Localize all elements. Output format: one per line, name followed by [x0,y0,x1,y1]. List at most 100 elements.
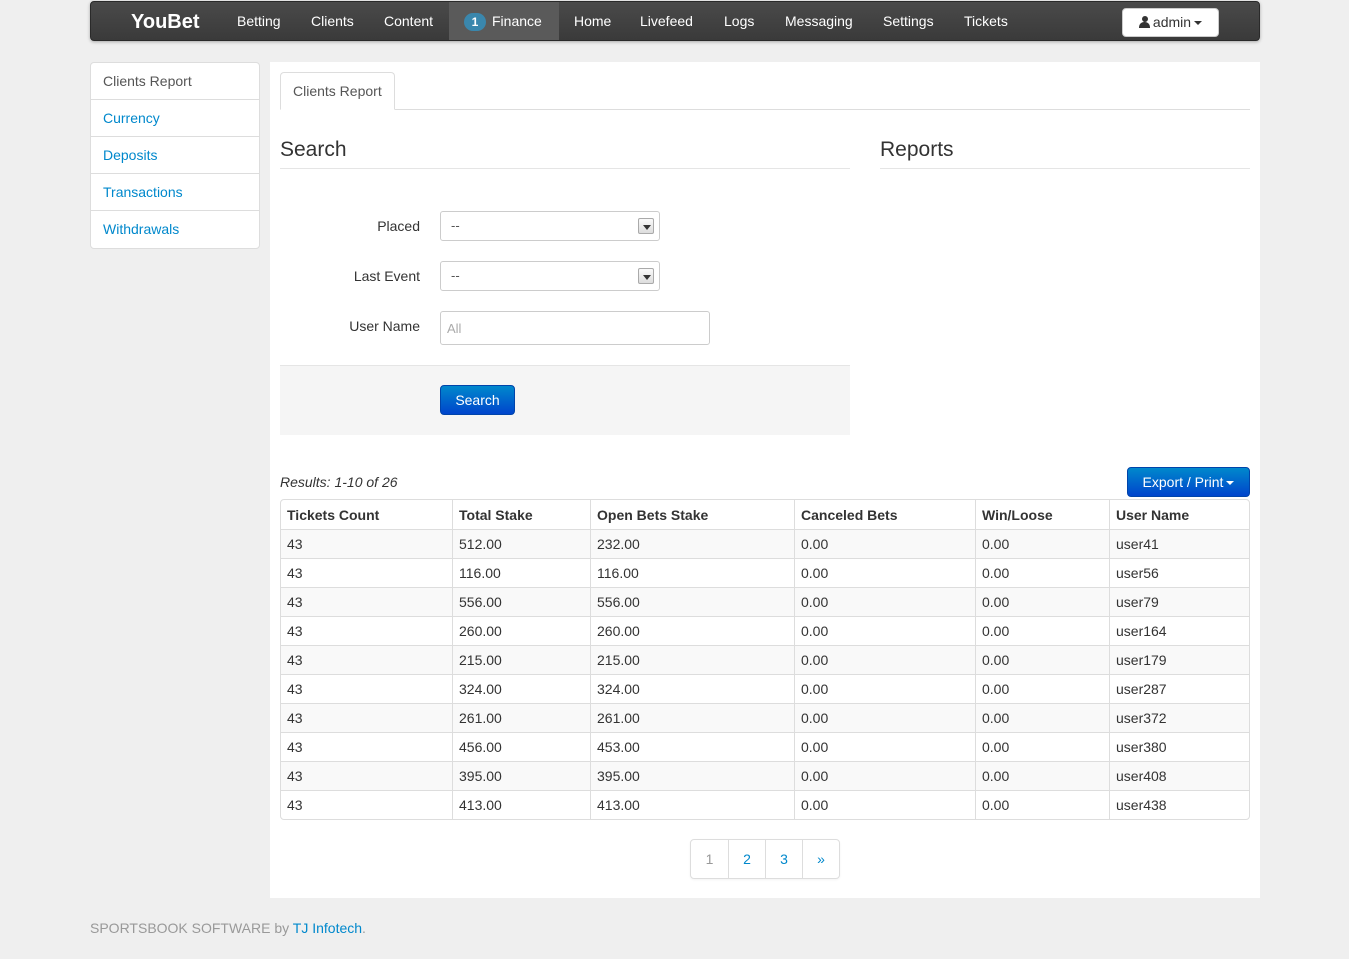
page-2-link[interactable]: 2 [728,840,765,878]
table-cell: 43 [281,790,452,819]
placed-select[interactable]: -- [440,211,660,241]
main-panel: Clients Report Search Reports Placed -- … [270,62,1260,898]
table-cell: 43 [281,587,452,616]
table-cell: user287 [1109,674,1249,703]
sidebar-item-transactions[interactable]: Transactions [91,174,259,211]
tab-bar: Clients Report [280,72,1250,110]
sidebar-item-currency[interactable]: Currency [91,100,259,137]
table-cell: 0.00 [975,645,1109,674]
chevron-down-icon [638,268,654,284]
nav-tickets[interactable]: Tickets [949,2,1023,40]
table-cell: 43 [281,732,452,761]
footer-text: SPORTSBOOK SOFTWARE by [90,920,293,936]
table-cell: 43 [281,558,452,587]
column-header[interactable]: Canceled Bets [794,500,975,529]
nav-finance[interactable]: 1 Finance [449,2,559,40]
nav-messaging[interactable]: Messaging [770,2,868,40]
table-cell: 0.00 [975,703,1109,732]
nav-content[interactable]: Content [369,2,448,40]
table-cell: 413.00 [590,790,794,819]
nav-logs[interactable]: Logs [709,2,769,40]
page-3-link[interactable]: 3 [765,840,802,878]
last-event-select[interactable]: -- [440,261,660,291]
table-row: 43 395.00 395.00 0.00 0.00 user408 [281,761,1249,790]
table-cell: user380 [1109,732,1249,761]
table-cell: 0.00 [794,645,975,674]
table-cell: 456.00 [452,732,590,761]
top-navbar: YouBet Betting Clients Content 1 Finance … [90,1,1260,41]
admin-dropdown-button[interactable]: admin [1122,8,1219,37]
table-cell: 0.00 [975,529,1109,558]
footer: SPORTSBOOK SOFTWARE by TJ Infotech. [90,920,366,936]
caret-down-icon [1194,21,1203,26]
column-header[interactable]: User Name [1109,500,1249,529]
table-cell: user438 [1109,790,1249,819]
table-cell: 43 [281,616,452,645]
table-cell: user164 [1109,616,1249,645]
table-row: 43 556.00 556.00 0.00 0.00 user79 [281,587,1249,616]
chevron-down-icon [638,218,654,234]
sidebar-item-withdrawals[interactable]: Withdrawals [91,211,259,248]
admin-label: admin [1152,14,1192,30]
table-cell: 261.00 [452,703,590,732]
table-cell: 0.00 [794,674,975,703]
column-header[interactable]: Open Bets Stake [590,500,794,529]
table-cell: 261.00 [590,703,794,732]
username-input[interactable] [440,311,710,345]
nav-finance-label: Finance [492,13,542,29]
table-cell: 453.00 [590,732,794,761]
table-cell: 324.00 [590,674,794,703]
table-cell: 260.00 [452,616,590,645]
column-header[interactable]: Total Stake [452,500,590,529]
table-cell: 116.00 [590,558,794,587]
nav-betting[interactable]: Betting [222,2,296,40]
table-cell: 215.00 [452,645,590,674]
table-row: 43 324.00 324.00 0.00 0.00 user287 [281,674,1249,703]
table-cell: 0.00 [794,587,975,616]
table-cell: 0.00 [794,790,975,819]
user-icon [1138,16,1150,28]
caret-down-icon [1226,481,1235,486]
nav-clients[interactable]: Clients [296,2,369,40]
tab-clients-report[interactable]: Clients Report [280,72,395,110]
column-header[interactable]: Tickets Count [281,500,452,529]
next-page-link[interactable]: » [802,840,839,878]
table-cell: user179 [1109,645,1249,674]
reports-section-title: Reports [880,138,1250,169]
placed-label: Placed [377,218,420,234]
table-cell: 0.00 [975,587,1109,616]
pagination: 1 2 3 » [690,839,840,879]
sidebar: Clients Report Currency Deposits Transac… [90,62,260,249]
search-button[interactable]: Search [440,385,515,415]
table-cell: 395.00 [590,761,794,790]
footer-link-tj-infotech[interactable]: TJ Infotech [293,920,362,936]
table-cell: 116.00 [452,558,590,587]
table-cell: 43 [281,761,452,790]
column-header[interactable]: Win/Loose [975,500,1109,529]
table-cell: 324.00 [452,674,590,703]
finance-badge: 1 [464,13,486,31]
table-header-row: Tickets Count Total Stake Open Bets Stak… [281,500,1249,529]
table-cell: user372 [1109,703,1249,732]
nav-settings[interactable]: Settings [868,2,949,40]
username-label: User Name [349,318,420,334]
page-1-link[interactable]: 1 [691,840,728,878]
nav-livefeed[interactable]: Livefeed [625,2,708,40]
sidebar-item-clients-report[interactable]: Clients Report [91,63,259,100]
placed-select-value: -- [451,218,460,233]
table-cell: 0.00 [975,674,1109,703]
table-cell: 0.00 [794,558,975,587]
sidebar-item-deposits[interactable]: Deposits [91,137,259,174]
table-cell: 556.00 [590,587,794,616]
nav-home[interactable]: Home [559,2,626,40]
table-row: 43 260.00 260.00 0.00 0.00 user164 [281,616,1249,645]
table-cell: 0.00 [794,761,975,790]
table-cell: 43 [281,645,452,674]
table-cell: 0.00 [975,616,1109,645]
last-event-label: Last Event [353,268,420,284]
table-cell: 0.00 [794,529,975,558]
table-cell: 215.00 [590,645,794,674]
table-cell: user79 [1109,587,1249,616]
export-print-button[interactable]: Export / Print [1127,467,1250,497]
brand-logo[interactable]: YouBet [131,11,200,34]
